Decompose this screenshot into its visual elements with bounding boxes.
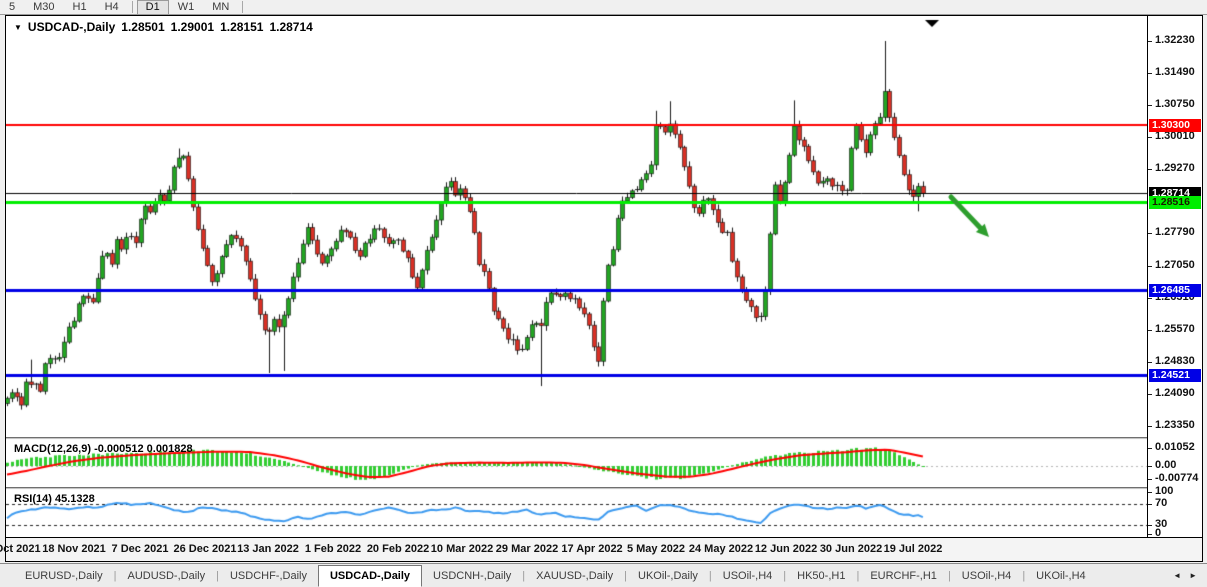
price-line-badge: 1.26485 [1149, 284, 1201, 297]
timeframe-button-w1[interactable]: W1 [169, 1, 204, 14]
price-axis: 1.322301.314901.307501.300101.292701.277… [1147, 16, 1202, 537]
date-tick-label: 7 Dec 2021 [112, 543, 169, 555]
date-tick-label: 10 Mar 2022 [431, 543, 493, 555]
price-tick-label: 1.25570 [1155, 323, 1195, 335]
rsi-label: RSI(14) 45.1328 [14, 493, 95, 505]
ohlc-close: 1.28714 [269, 20, 312, 34]
tab-scroll-left-icon[interactable]: ◄ [1173, 571, 1181, 580]
axis-tick-mark [1148, 466, 1152, 467]
date-tick-label: 30 Jun 2022 [820, 543, 882, 555]
timeframe-button-d1[interactable]: D1 [137, 0, 169, 15]
axis-tick-mark [1148, 504, 1152, 505]
chart-tab-usdcad-daily-3[interactable]: USDCAD-,Daily [318, 565, 422, 587]
chart-tab-ukoil-h4-11[interactable]: UKOil-,H4 [1025, 564, 1097, 587]
tab-scroll-right-icon[interactable]: ► [1189, 571, 1197, 580]
ohlc-low: 1.28151 [220, 20, 263, 34]
chart-dropdown-icon: ▼ [14, 23, 22, 32]
main-chart-canvas[interactable] [6, 16, 1147, 437]
chart-frame: ▼ USDCAD-,Daily 1.28501 1.29001 1.28151 … [5, 15, 1203, 562]
axis-tick-mark [1148, 73, 1152, 74]
chart-tab-hk50-h1-8[interactable]: HK50-,H1 [786, 564, 856, 587]
chart-tab-eurusd-daily-0[interactable]: EURUSD-,Daily [14, 564, 114, 587]
timeframe-toolbar: 5M30H1H4 D1W1MN [0, 0, 1207, 15]
timeframe-button-5[interactable]: 5 [0, 1, 24, 14]
macd-tick-label: 0.00 [1155, 459, 1176, 471]
chart-tab-usdchf-daily-2[interactable]: USDCHF-,Daily [219, 564, 318, 587]
rsi-tick-label: 100 [1155, 485, 1173, 497]
date-tick-label: 19 Jul 2022 [884, 543, 943, 555]
ohlc-high: 1.29001 [171, 20, 214, 34]
axis-tick-mark [1148, 362, 1152, 363]
axis-tick-mark [1148, 41, 1152, 42]
price-tick-label: 1.31490 [1155, 66, 1195, 78]
price-line-badge: 1.28516 [1149, 196, 1201, 209]
chart-tabs: EURUSD-,Daily|AUDUSD-,Daily|USDCHF-,Dail… [0, 564, 1097, 587]
date-tick-label: 20 Feb 2022 [367, 543, 429, 555]
chart-tab-usoil-h4-10[interactable]: USOil-,H4 [951, 564, 1023, 587]
chart-tab-usdcnh-daily-4[interactable]: USDCNH-,Daily [422, 564, 522, 587]
axis-tick-mark [1148, 298, 1152, 299]
axis-tick-mark [1148, 448, 1152, 449]
mt4-chart-window: 5M30H1H4 D1W1MN ▼ USDCAD-,Daily 1.28501 1… [0, 0, 1207, 587]
tab-scroll-controls: ◄ ► [1173, 564, 1207, 587]
axis-tick-mark [1148, 105, 1152, 106]
date-tick-label: 17 Apr 2022 [561, 543, 622, 555]
price-tick-label: 1.30750 [1155, 98, 1195, 110]
axis-tick-mark [1148, 534, 1152, 535]
rsi-canvas[interactable] [6, 490, 1147, 537]
date-tick-label: 18 Nov 2021 [42, 543, 106, 555]
macd-label: MACD(12,26,9) -0.000512 0.001828 [14, 443, 193, 455]
price-line-badge: 1.24521 [1149, 369, 1201, 382]
axis-tick-mark [1148, 137, 1152, 138]
chart-tab-ukoil-daily-6[interactable]: UKOil-,Daily [627, 564, 709, 587]
date-tick-label: 29 Mar 2022 [496, 543, 558, 555]
chart-tab-xauusd-daily-5[interactable]: XAUUSD-,Daily [525, 564, 624, 587]
chart-tab-audusd-daily-1[interactable]: AUDUSD-,Daily [116, 564, 216, 587]
date-tick-label: 24 May 2022 [689, 543, 753, 555]
price-tick-label: 1.23350 [1155, 419, 1195, 431]
axis-tick-mark [1148, 426, 1152, 427]
ohlc-open: 1.28501 [121, 20, 164, 34]
axis-tick-mark [1148, 394, 1152, 395]
axis-tick-mark [1148, 266, 1152, 267]
toolbar-separator [132, 1, 133, 13]
price-tick-label: 1.24830 [1155, 355, 1195, 367]
macd-tick-label: 0.01052 [1155, 441, 1195, 453]
chart-tabs-bar: EURUSD-,Daily|AUDUSD-,Daily|USDCHF-,Dail… [0, 563, 1207, 587]
date-tick-label: 31 Oct 2021 [0, 543, 41, 555]
price-tick-label: 1.32230 [1155, 34, 1195, 46]
date-tick-label: 26 Dec 2021 [174, 543, 237, 555]
date-tick-label: 13 Jan 2022 [237, 543, 299, 555]
symbol-label: USDCAD-,Daily [28, 20, 115, 34]
timeframe-button-h4[interactable]: H4 [96, 1, 128, 14]
axis-tick-mark [1148, 479, 1152, 480]
price-tick-label: 1.29270 [1155, 162, 1195, 174]
axis-tick-mark [1148, 525, 1152, 526]
date-tick-label: 12 Jun 2022 [755, 543, 817, 555]
price-tick-label: 1.24090 [1155, 387, 1195, 399]
timeframe-button-mn[interactable]: MN [203, 1, 238, 14]
date-tick-label: 5 May 2022 [627, 543, 685, 555]
time-axis: 31 Oct 202118 Nov 20217 Dec 202126 Dec 2… [6, 537, 1202, 561]
symbol-title: ▼ USDCAD-,Daily 1.28501 1.29001 1.28151 … [14, 20, 313, 34]
axis-tick-mark [1148, 492, 1152, 493]
chart-tab-eurchf-h1-9[interactable]: EURCHF-,H1 [859, 564, 948, 587]
price-tick-label: 1.27050 [1155, 259, 1195, 271]
price-tick-label: 1.27790 [1155, 226, 1195, 238]
price-line-badge: 1.30300 [1149, 119, 1201, 132]
axis-tick-mark [1148, 169, 1152, 170]
axis-tick-mark [1148, 233, 1152, 234]
rsi-tick-label: 70 [1155, 497, 1167, 509]
toolbar-separator [242, 1, 243, 13]
date-tick-label: 1 Feb 2022 [305, 543, 361, 555]
macd-tick-label: -0.00774 [1155, 472, 1198, 484]
chart-tab-usoil-h4-7[interactable]: USOil-,H4 [712, 564, 784, 587]
timeframe-button-m30[interactable]: M30 [24, 1, 63, 14]
timeframe-button-h1[interactable]: H1 [64, 1, 96, 14]
axis-tick-mark [1148, 330, 1152, 331]
